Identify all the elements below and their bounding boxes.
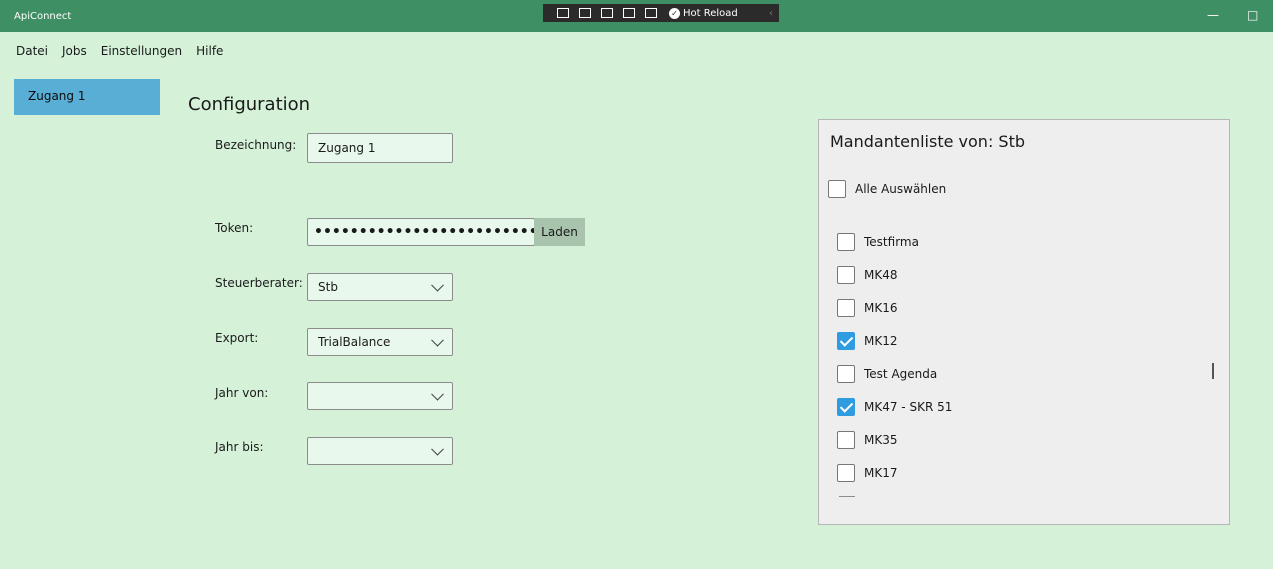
mandant-label: Testfirma [864, 235, 919, 249]
chevron-down-icon [431, 387, 444, 401]
title-bar: ApiConnect ✓ Hot Reload ‹ — □ [0, 0, 1273, 32]
checkbox-box[interactable] [837, 431, 855, 449]
hot-reload-status[interactable]: ✓ Hot Reload [669, 7, 738, 19]
mandant-item[interactable]: Test Agenda [837, 365, 937, 383]
mandant-label: MK17 [864, 466, 898, 480]
mandant-item[interactable]: MK17 [837, 464, 898, 482]
export-value: TrialBalance [318, 335, 391, 349]
mandant-item[interactable]: MK35 [837, 431, 898, 449]
jahr-von-label: Jahr von: [215, 386, 269, 400]
select-element-icon[interactable] [579, 8, 591, 18]
mandantenliste-title: Mandantenliste von: Stb [830, 132, 1025, 151]
steuerberater-combobox[interactable]: Stb [307, 273, 453, 301]
checkbox-box[interactable] [837, 464, 855, 482]
chevron-down-icon [431, 278, 444, 292]
mandant-label: MK35 [864, 433, 898, 447]
steuerberater-value: Stb [318, 280, 338, 294]
bezeichnung-value: Zugang 1 [318, 141, 376, 155]
page-title: Configuration [188, 94, 311, 115]
bezeichnung-label: Bezeichnung: [215, 138, 297, 152]
scrollbar-thumb[interactable] [1212, 363, 1214, 379]
mandant-label: MK47 - SKR 51 [864, 400, 953, 414]
xaml-debug-toolbar: ✓ Hot Reload ‹ [543, 4, 779, 22]
menu-einstellungen[interactable]: Einstellungen [101, 44, 182, 58]
chevron-down-icon [431, 333, 444, 347]
bezeichnung-field[interactable]: Zugang 1 [307, 133, 453, 163]
token-field[interactable]: ••••••••••••••••••••••••••••• [307, 218, 574, 246]
collapse-chevron-icon[interactable]: ‹ [769, 8, 773, 19]
mandant-label: MK16 [864, 301, 898, 315]
laden-button[interactable]: Laden [534, 218, 585, 246]
checkbox-box[interactable] [837, 233, 855, 251]
jahr-bis-label: Jahr bis: [215, 440, 264, 454]
menu-datei[interactable]: Datei [16, 44, 48, 58]
select-all-label: Alle Auswählen [855, 182, 947, 196]
jahr-bis-combobox[interactable] [307, 437, 453, 465]
mandant-label: MK12 [864, 334, 898, 348]
checkbox-box[interactable] [837, 266, 855, 284]
window-title: ApiConnect [14, 11, 72, 22]
chevron-down-icon [431, 442, 444, 456]
checkbox-checked[interactable] [837, 398, 855, 416]
menu-jobs[interactable]: Jobs [62, 44, 87, 58]
more-items-indicator [839, 496, 855, 497]
menu-hilfe[interactable]: Hilfe [196, 44, 223, 58]
mandant-label: MK48 [864, 268, 898, 282]
token-label: Token: [215, 221, 254, 235]
select-all-checkbox[interactable]: Alle Auswählen [828, 180, 946, 198]
menu-bar: Datei Jobs Einstellungen Hilfe [16, 44, 223, 58]
mandant-item[interactable]: MK48 [837, 266, 898, 284]
minimize-button[interactable]: — [1207, 8, 1219, 22]
checkbox-box[interactable] [837, 365, 855, 383]
check-circle-icon: ✓ [669, 7, 680, 19]
checkbox-checked[interactable] [837, 332, 855, 350]
live-visual-tree-icon[interactable] [557, 8, 569, 18]
steuerberater-label: Steuerberater: [215, 276, 303, 290]
checkbox-box[interactable] [828, 180, 846, 198]
binding-failures-icon[interactable] [645, 8, 657, 18]
mandant-item[interactable]: MK12 [837, 332, 898, 350]
jahr-von-combobox[interactable] [307, 382, 453, 410]
mandant-label: Test Agenda [864, 367, 938, 381]
mandant-item[interactable]: Testfirma [837, 233, 919, 251]
mandant-item[interactable]: MK47 - SKR 51 [837, 398, 952, 416]
display-layout-adorners-icon[interactable] [601, 8, 613, 18]
sidebar-item-zugang-1[interactable]: Zugang 1 [14, 79, 160, 115]
checkbox-box[interactable] [837, 299, 855, 317]
export-label: Export: [215, 331, 259, 345]
hot-reload-label: Hot Reload [683, 7, 738, 19]
mandant-item[interactable]: MK16 [837, 299, 898, 317]
track-focus-icon[interactable] [623, 8, 635, 18]
export-combobox[interactable]: TrialBalance [307, 328, 453, 356]
mandantenliste-panel: Mandantenliste von: Stb Alle Auswählen T… [818, 119, 1230, 525]
maximize-button[interactable]: □ [1247, 8, 1258, 22]
